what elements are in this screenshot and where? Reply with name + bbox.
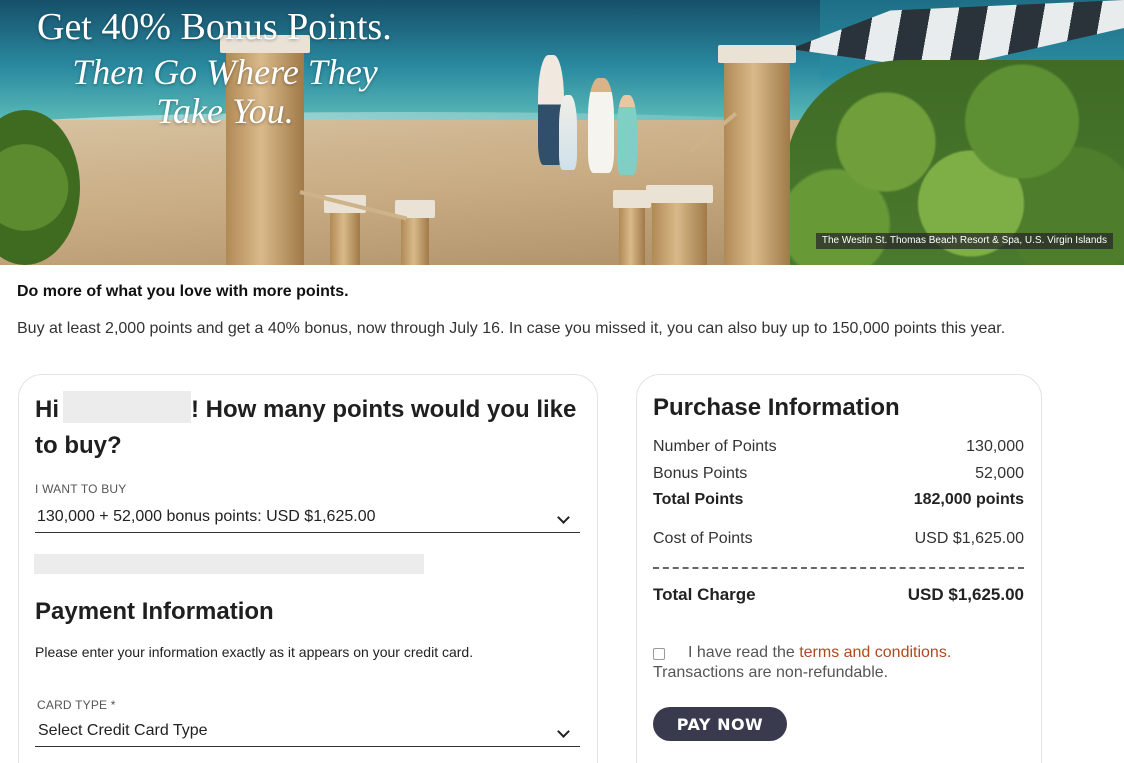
row-label: Total Points (653, 491, 744, 508)
row-label: Number of Points (653, 438, 777, 455)
terms-checkbox[interactable] (653, 648, 665, 660)
redacted-text (34, 554, 424, 574)
row-label: Bonus Points (653, 465, 748, 482)
chevron-down-icon (557, 511, 570, 524)
terms-link[interactable]: terms and conditions. (799, 644, 951, 661)
row-value: 182,000 points (913, 491, 1024, 508)
pay-now-button[interactable]: PAY NOW (653, 707, 787, 741)
purchase-info-title: Purchase Information (653, 394, 900, 421)
row-value: USD $1,625.00 (914, 530, 1024, 547)
points-amount-value: 130,000 + 52,000 bonus points: USD $1,62… (37, 508, 376, 525)
card-type-select[interactable]: Select Credit Card Type (35, 714, 580, 747)
intro-title: Do more of what you love with more point… (17, 283, 349, 300)
dock-post (718, 45, 796, 265)
card-type-value: Select Credit Card Type (38, 722, 208, 739)
greeting-heading: Hi! How many points would you like to bu… (35, 391, 585, 464)
hero-title: Get 40% Bonus Points. (37, 6, 392, 48)
intro-body: Buy at least 2,000 points and get a 40% … (17, 320, 1006, 337)
dock-post (324, 195, 366, 265)
dock-post (613, 190, 651, 265)
greeting-prefix: Hi (35, 396, 59, 423)
payment-info-note: Please enter your information exactly as… (35, 644, 474, 660)
row-value: 130,000 (966, 438, 1024, 455)
dashed-divider (653, 567, 1024, 569)
want-to-buy-label: I WANT TO BUY (35, 482, 127, 496)
redacted-name (63, 391, 191, 423)
hero-subtitle: Then Go Where They Take You. (72, 52, 378, 131)
chevron-down-icon (557, 725, 570, 738)
row-label: Total Charge (653, 585, 756, 604)
row-label: Cost of Points (653, 530, 753, 547)
card-type-label: CARD TYPE * (37, 698, 116, 712)
payment-info-title: Payment Information (35, 598, 274, 625)
dock-post (646, 185, 713, 265)
row-value: 52,000 (975, 465, 1024, 482)
photo-caption: The Westin St. Thomas Beach Resort & Spa… (815, 233, 1113, 249)
hero-banner: Get 40% Bonus Points. Then Go Where They… (0, 0, 1124, 265)
nonrefundable-note: Transactions are non-refundable. (653, 664, 889, 681)
points-amount-select[interactable]: 130,000 + 52,000 bonus points: USD $1,62… (35, 500, 580, 533)
terms-text: I have read the terms and conditions. (688, 644, 951, 662)
terms-prefix: I have read the (688, 644, 800, 661)
row-value: USD $1,625.00 (907, 585, 1024, 604)
